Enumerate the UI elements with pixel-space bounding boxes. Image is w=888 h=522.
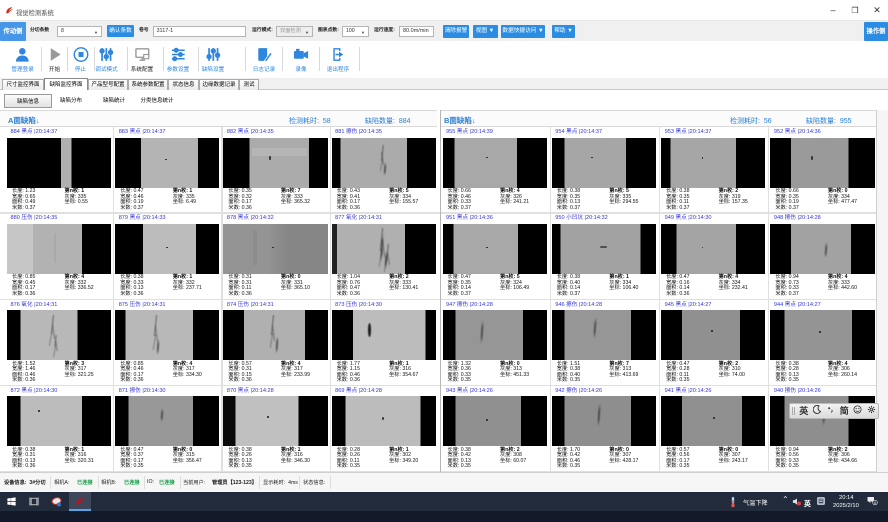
svg-text:6: 6 (874, 501, 876, 505)
